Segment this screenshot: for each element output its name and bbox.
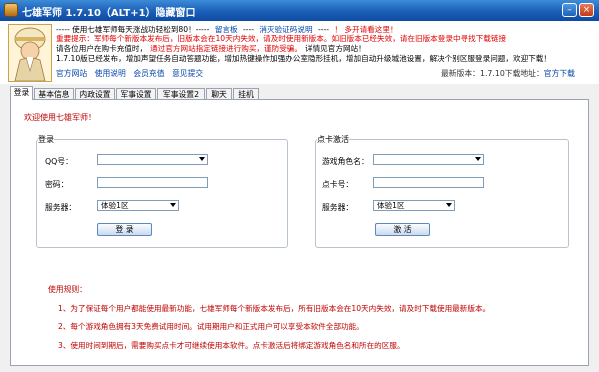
login-server-label: 服务器： (45, 203, 77, 212)
separator: ---- (243, 25, 254, 34)
member-recharge-link[interactable]: 会员充值 (133, 69, 164, 78)
window-title: 七雄军师 1.7.10（ALT+1）隐藏窗口 (22, 8, 196, 19)
qq-label: QQ号： (45, 157, 73, 166)
rule-item: 1、为了保证每个用户都能使用最新功能，七雄军师每个新版本发布后，所有旧版本会在1… (58, 304, 491, 313)
password-label: 密码： (45, 180, 69, 189)
rules-title: 使用规则： (48, 285, 87, 294)
title-bar[interactable]: 七雄军师 1.7.10（ALT+1）隐藏窗口 – × (0, 0, 599, 21)
header-line-3: 请各位用户在购卡充值时， 通过官方网站指定链接进行购买，谨防受骗。 详情见官方网站！ (56, 44, 591, 54)
tab-login[interactable]: 登录 (10, 86, 33, 100)
download-label: 下载地址： (504, 69, 544, 78)
app-icon (4, 3, 18, 17)
release-notice: 1.7.10版已经发布，增加声望任务自动答题功能，增加热键操作加强办公室隐形挂机… (56, 54, 551, 63)
login-button[interactable]: 登 录 (97, 223, 152, 236)
login-server-select[interactable]: 体验1区 (97, 200, 179, 211)
role-name-combo[interactable] (373, 154, 484, 165)
feedback-link[interactable]: 意见提交 (172, 69, 203, 78)
activate-button[interactable]: 激 活 (375, 223, 430, 236)
tab-internal-settings[interactable]: 内政设置 (75, 88, 115, 99)
latest-version-label: 最新版本： (441, 69, 480, 78)
details-notice: 详情见官方网站！ (305, 44, 366, 53)
important-notice: 重要提示：军师每个新版本发布后，旧版本会在10天内失效，请及时使用新版本。如旧版… (56, 34, 507, 43)
advisor-avatar (8, 24, 52, 82)
card-server-value: 体验1区 (377, 201, 405, 210)
tab-chat[interactable]: 聊天 (206, 88, 232, 99)
card-server-select[interactable]: 体验1区 (373, 200, 455, 211)
separator: ---- (317, 25, 329, 34)
role-name-label: 游戏角色名： (322, 157, 369, 166)
info-header: ----- 使用七雄军师每天涨战功轻松到80！----- 留言板 ---- 消灭… (0, 21, 599, 84)
app-window: 七雄军师 1.7.10（ALT+1）隐藏窗口 – × ----- 使用七雄军师每… (0, 0, 599, 372)
login-group-title: 登录 (38, 134, 54, 145)
close-button[interactable]: × (579, 3, 594, 17)
header-links: 官方网站 使用说明 会员充值 意见提交 (56, 68, 208, 79)
tab-military-settings[interactable]: 军事设置 (116, 88, 156, 99)
qq-number-combo[interactable] (97, 154, 208, 165)
purchase-warning: 通过官方网站指定链接进行购买，谨防受骗。 (150, 44, 302, 53)
tab-idle[interactable]: 挂机 (233, 88, 259, 99)
multi-open-link[interactable]: ！ 多开请看这里！ (334, 25, 397, 34)
card-number-label: 点卡号： (322, 180, 354, 189)
rule-item: 2、每个游戏角色拥有3天免费试用时间。试用期用户和正式用户可以享受本软件全部功能… (58, 322, 364, 331)
chevron-down-icon[interactable] (199, 157, 205, 161)
guestbook-link[interactable]: 留言板 (215, 25, 238, 34)
chevron-down-icon[interactable] (446, 203, 452, 207)
welcome-text: 欢迎使用七雄军师！ (24, 113, 96, 122)
card-number-field[interactable] (373, 177, 484, 188)
tab-military-settings-2[interactable]: 军事设置2 (157, 88, 205, 99)
latest-version-value: 1.7.10 (479, 69, 505, 78)
header-slogan: ----- 使用七雄军师每天涨战功轻松到80！----- (56, 25, 210, 34)
rule-item: 3、使用时间到期后，需要购买点卡才可继续使用本软件。点卡激活后将绑定游戏角色名和… (58, 341, 405, 350)
captcha-help-link[interactable]: 消灭验证码说明 (259, 25, 312, 34)
minimize-button[interactable]: – (562, 3, 577, 17)
official-site-link[interactable]: 官方网站 (56, 69, 87, 78)
usage-guide-link[interactable]: 使用说明 (95, 69, 126, 78)
password-field[interactable] (97, 177, 208, 188)
card-group-title: 点卡激活 (317, 134, 349, 145)
version-info: 最新版本：1.7.10下载地址：官方下载 (441, 68, 575, 79)
chevron-down-icon[interactable] (475, 157, 481, 161)
chevron-down-icon[interactable] (170, 203, 176, 207)
tab-basic-info[interactable]: 基本信息 (34, 88, 74, 99)
official-download-link[interactable]: 官方下载 (544, 69, 575, 78)
card-server-label: 服务器： (322, 203, 354, 212)
login-server-value: 体验1区 (101, 201, 129, 210)
purchase-notice: 请各位用户在购卡充值时， (56, 44, 148, 53)
